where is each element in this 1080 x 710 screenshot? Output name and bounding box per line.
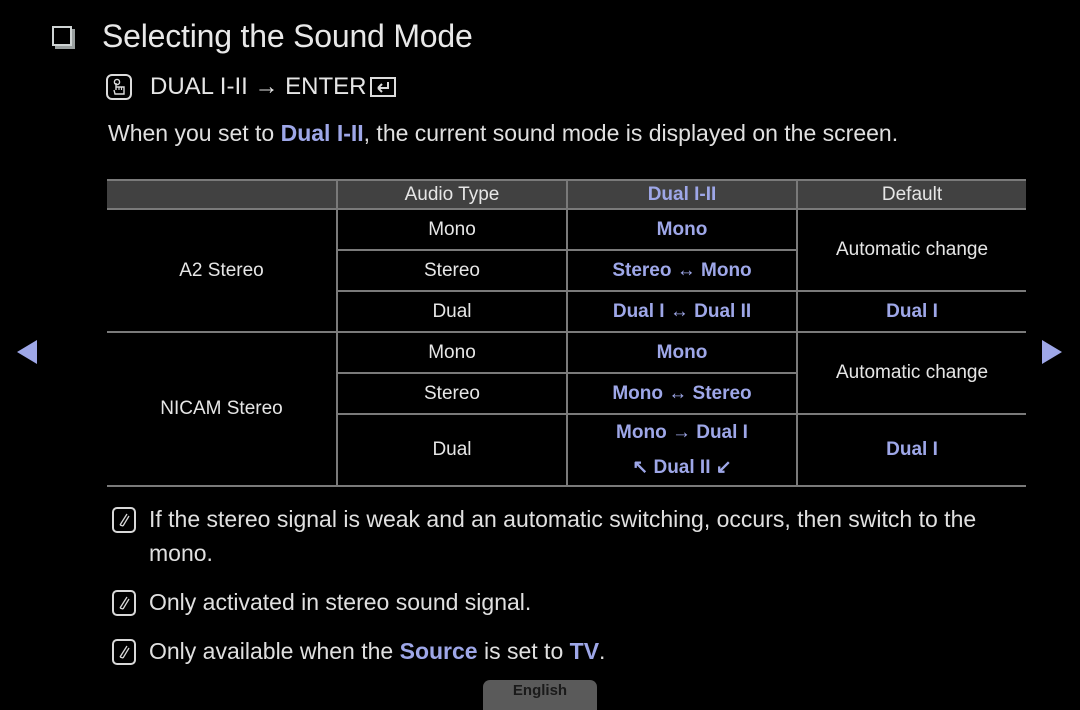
default-cell: Automatic change: [796, 208, 1026, 292]
intro-after: , the current sound mode is displayed on…: [363, 120, 899, 146]
note-pencil-icon: [112, 639, 136, 665]
note-highlight-tv: TV: [569, 638, 600, 664]
audio-type-cell: Dual: [337, 290, 568, 333]
dual-cell: Mono ↔ Stereo: [566, 372, 797, 415]
note-text: Only activated in stereo sound signal.: [149, 589, 532, 615]
previous-page-arrow-icon[interactable]: [17, 340, 37, 364]
note-mid: is set to: [477, 638, 570, 664]
remote-hand-icon: [106, 74, 132, 100]
dual-cell: Stereo ↔ Mono: [566, 249, 797, 292]
audio-type-cell: Mono: [336, 208, 568, 251]
dual-line-2: ↖ Dual II ↙: [632, 457, 732, 478]
table-header-audio-type: Audio Type: [336, 179, 568, 210]
intro-text: When you set to Dual I-II, the current s…: [108, 120, 898, 147]
audio-type-cell: Dual: [337, 413, 568, 487]
default-cell: Dual I: [796, 290, 1026, 333]
group-name: NICAM Stereo: [107, 331, 338, 487]
note-after: .: [599, 638, 606, 664]
group-name: A2 Stereo: [107, 208, 338, 333]
audio-type-cell: Mono: [336, 331, 568, 374]
dual-cell: Mono: [566, 208, 798, 251]
default-cell: Automatic change: [796, 331, 1026, 415]
enter-key-icon: [370, 77, 397, 97]
note-pencil-icon: [112, 507, 136, 533]
intro-before: When you set to: [108, 120, 281, 146]
audio-type-cell: Stereo: [337, 249, 568, 292]
default-cell: Dual I: [796, 413, 1026, 487]
menu-path-text: DUAL I-II → ENTER: [150, 73, 367, 100]
section-header: Selecting the Sound Mode: [52, 14, 473, 58]
dual-line-1: Mono → Dual I: [616, 422, 748, 443]
note-highlight-source: Source: [399, 638, 478, 664]
table-header-row: Audio Type Dual I-II Default: [107, 179, 1026, 210]
dual-cell: Mono: [566, 331, 798, 374]
sound-mode-table: Audio Type Dual I-II Default A2 Stereo M…: [107, 179, 1026, 487]
language-tab[interactable]: English: [483, 680, 597, 710]
note-item: Only activated in stereo sound signal.: [112, 589, 531, 619]
table-header-blank: [107, 179, 338, 210]
table-header-default: Default: [796, 179, 1026, 210]
table-row: A2 Stereo Mono Mono Automatic change: [107, 208, 1026, 333]
table-header-dual: Dual I-II: [566, 179, 798, 210]
audio-type-cell: Stereo: [337, 372, 568, 415]
note-pencil-icon: [112, 590, 136, 616]
menu-path: DUAL I-II → ENTER: [106, 70, 397, 104]
next-page-arrow-icon[interactable]: [1042, 340, 1062, 364]
note-item: Only available when the Source is set to…: [112, 638, 605, 668]
note-before: Only available when the: [149, 638, 400, 664]
page-title: Selecting the Sound Mode: [102, 17, 473, 54]
note-item: If the stereo signal is weak and an auto…: [112, 506, 1032, 570]
checkbox-square-icon: [52, 26, 72, 46]
note-text: If the stereo signal is weak and an auto…: [149, 506, 977, 566]
intro-highlight: Dual I-II: [280, 120, 364, 146]
table-row: NICAM Stereo Mono Mono Automatic change: [107, 331, 1026, 487]
dual-cell: Mono → Dual I ↖ Dual II ↙: [566, 413, 798, 487]
dual-cell: Dual I ↔ Dual II: [566, 290, 798, 333]
note-text: Only available when the Source is set to…: [149, 634, 605, 668]
